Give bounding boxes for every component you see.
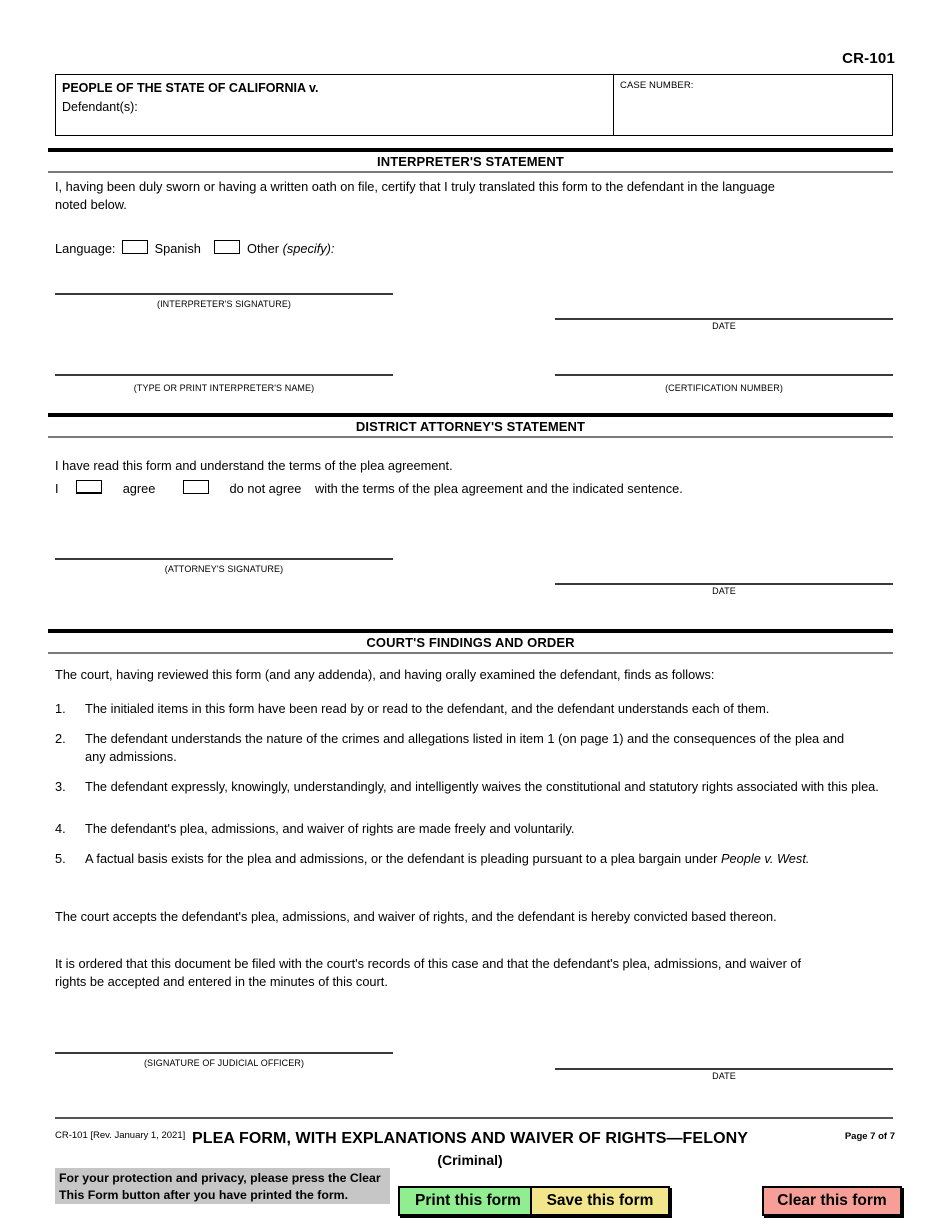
da-tail-text: with the terms of the plea agreement and…	[314, 481, 683, 496]
court-accepts-paragraph: The court accepts the defendant's plea, …	[55, 909, 777, 924]
interpreter-name-line[interactable]	[55, 374, 393, 376]
item-text: The initialed items in this form have be…	[85, 701, 770, 716]
save-form-button[interactable]: Save this form	[530, 1186, 670, 1216]
party-versus: v.	[309, 81, 319, 95]
case-caption-box: PEOPLE OF THE STATE OF CALIFORNIA v. Def…	[55, 74, 893, 136]
interpreter-date-line[interactable]	[555, 318, 893, 320]
interpreter-signature-line[interactable]	[55, 293, 393, 295]
interpreter-name-caption: (TYPE OR PRINT INTERPRETER'S NAME)	[133, 383, 315, 393]
judicial-officer-date-line[interactable]	[555, 1068, 893, 1070]
form-number: CR-101	[842, 50, 895, 67]
footer-form-title: PLEA FORM, WITH EXPLANATIONS AND WAIVER …	[191, 1130, 749, 1147]
court-finding-item-2: 2. The defendant understands the nature …	[55, 730, 850, 765]
attorney-signature-line[interactable]	[55, 558, 393, 560]
agree-label: agree	[122, 481, 156, 496]
interpreter-section-title: INTERPRETER'S STATEMENT	[377, 154, 564, 169]
judicial-officer-signature-caption: (SIGNATURE OF JUDICIAL OFFICER)	[143, 1058, 305, 1068]
footer-divider	[55, 1117, 893, 1119]
attorney-date-line[interactable]	[555, 583, 893, 585]
court-finding-item-3: 3. The defendant expressly, knowingly, u…	[55, 778, 893, 796]
do-not-agree-checkbox[interactable]	[182, 480, 209, 494]
da-i-label: I	[55, 481, 59, 496]
other-label: Other	[247, 241, 280, 256]
footer-page-number: Page 7 of 7	[844, 1131, 895, 1142]
print-form-button[interactable]: Print this form	[398, 1186, 538, 1216]
court-findings-section-title: COURT'S FINDINGS AND ORDER	[366, 635, 575, 650]
attorney-signature-caption: (ATTORNEY'S SIGNATURE)	[164, 564, 284, 574]
item-number: 1.	[55, 701, 66, 716]
item-text: The defendant's plea, admissions, and wa…	[85, 821, 575, 836]
item-text-citation: People v. West.	[721, 851, 810, 866]
item-number: 4.	[55, 821, 66, 836]
item-number: 2.	[55, 731, 66, 746]
specify-label: (specify):	[282, 241, 335, 256]
item-text: The defendant expressly, knowingly, unde…	[85, 779, 879, 794]
attorney-date-caption: DATE	[712, 586, 736, 596]
court-findings-intro: The court, having reviewed this form (an…	[55, 667, 715, 682]
item-text: A factual basis exists for the plea and …	[85, 850, 845, 868]
caption-parties: PEOPLE OF THE STATE OF CALIFORNIA v. Def…	[56, 75, 614, 135]
district-attorney-statement-text: I have read this form and understand the…	[55, 458, 453, 473]
district-attorney-section-title: DISTRICT ATTORNEY'S STATEMENT	[355, 419, 586, 434]
agree-checkbox[interactable]	[76, 480, 103, 494]
interpreter-signature-caption: (INTERPRETER'S SIGNATURE)	[156, 299, 292, 309]
section-rule-bottom	[48, 171, 893, 173]
defendant-label[interactable]: Defendant(s):	[62, 98, 613, 117]
do-not-agree-label: do not agree	[229, 481, 302, 496]
interpreter-statement-text: I, having been duly sworn or having a wr…	[55, 179, 775, 212]
clear-form-button[interactable]: Clear this form	[762, 1186, 902, 1216]
court-finding-item-1: 1. The initialed items in this form have…	[55, 700, 893, 718]
item-text-plain: A factual basis exists for the plea and …	[85, 851, 721, 866]
interpreter-date-caption: DATE	[712, 321, 736, 331]
spanish-label: Spanish	[154, 241, 201, 256]
judicial-officer-signature-line[interactable]	[55, 1052, 393, 1054]
party-title: PEOPLE OF THE STATE OF CALIFORNIA	[62, 81, 306, 95]
district-attorney-agree-row: I agree do not agree with the terms of t…	[55, 480, 855, 498]
party-title-line: PEOPLE OF THE STATE OF CALIFORNIA v.	[62, 80, 613, 97]
item-number: 3.	[55, 779, 66, 794]
section-rule-bottom	[48, 652, 893, 654]
form-page: CR-101 PEOPLE OF THE STATE OF CALIFORNIA…	[0, 0, 950, 1230]
case-number-label: CASE NUMBER:	[620, 80, 694, 91]
language-label: Language:	[55, 241, 116, 256]
interpreter-language-row: Language: Spanish Other (specify):	[55, 240, 555, 258]
interpreter-section-header: INTERPRETER'S STATEMENT	[48, 148, 893, 173]
item-text: The defendant understands the nature of …	[85, 731, 845, 764]
court-finding-item-4: 4. The defendant's plea, admissions, and…	[55, 820, 893, 838]
spanish-checkbox[interactable]	[122, 240, 149, 254]
section-rule-bottom	[48, 436, 893, 438]
footer-form-subtitle: (Criminal)	[437, 1152, 503, 1168]
court-finding-item-5: 5. A factual basis exists for the plea a…	[55, 850, 845, 868]
interpreter-certification-caption: (CERTIFICATION NUMBER)	[665, 383, 783, 393]
privacy-notice: For your protection and privacy, please …	[55, 1168, 390, 1204]
court-order-paragraph: It is ordered that this document be file…	[55, 956, 802, 989]
judicial-officer-date-caption: DATE	[712, 1071, 736, 1081]
court-findings-section-header: COURT'S FINDINGS AND ORDER	[48, 629, 893, 654]
case-number-cell[interactable]: CASE NUMBER:	[614, 75, 892, 135]
district-attorney-section-header: DISTRICT ATTORNEY'S STATEMENT	[48, 413, 893, 438]
interpreter-certification-line[interactable]	[555, 374, 893, 376]
item-number: 5.	[55, 851, 66, 866]
other-language-checkbox[interactable]	[214, 240, 241, 254]
